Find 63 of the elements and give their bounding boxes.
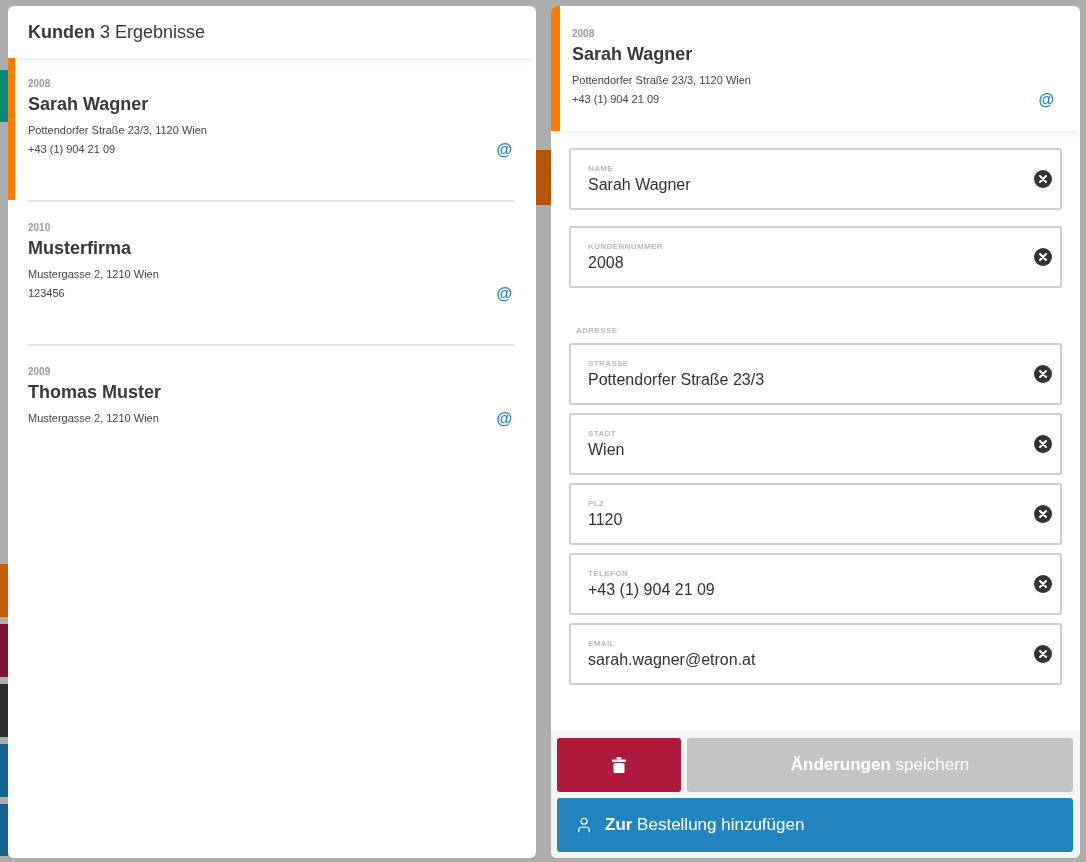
customer-name: Sarah Wagner <box>572 44 694 65</box>
customer-address: Pottendorfer Straße 23/3, 1120 Wien <box>28 123 207 138</box>
field-label: NAME <box>588 164 615 173</box>
clear-icon[interactable] <box>1034 365 1052 383</box>
background-tile <box>0 564 8 617</box>
clear-icon[interactable] <box>1034 248 1052 266</box>
customer-item[interactable]: 2009 Thomas Muster Mustergasse 2, 1210 Wien @ <box>8 346 536 448</box>
trash-icon <box>612 757 626 773</box>
add-to-order-button[interactable]: Zur Bestellung hinzufügen <box>557 798 1073 852</box>
field-label: TELEFON <box>588 569 630 578</box>
field-value[interactable]: Sarah Wagner <box>588 176 1008 194</box>
user-icon <box>575 816 593 834</box>
delete-button[interactable] <box>557 738 681 792</box>
customer-address: Pottendorfer Straße 23/3, 1120 Wien <box>572 73 751 88</box>
field-label: KUNDENNUMMER <box>588 242 665 251</box>
input-field[interactable]: STADT Wien <box>569 413 1062 475</box>
customer-number: 2010 <box>28 222 52 233</box>
customer-name: Sarah Wagner <box>28 94 150 115</box>
clear-icon[interactable] <box>1034 645 1052 663</box>
clear-icon[interactable] <box>1034 505 1052 523</box>
field-value[interactable]: +43 (1) 904 21 09 <box>588 581 1008 599</box>
email-icon[interactable]: @ <box>496 140 512 159</box>
customer-number: 2008 <box>28 78 52 89</box>
background-tile <box>0 70 8 122</box>
customer-item[interactable]: 2010 Musterfirma Mustergasse 2, 1210 Wien 123456 @ <box>8 202 536 344</box>
field-value[interactable]: 2008 <box>588 254 1008 272</box>
field-value[interactable]: sarah.wagner@etron.at <box>588 651 1008 669</box>
email-icon[interactable]: @ <box>496 284 512 303</box>
input-field[interactable]: KUNDENNUMMER 2008 <box>569 226 1062 288</box>
customer-name: Musterfirma <box>28 238 133 259</box>
customer-address: Mustergasse 2, 1210 Wien <box>28 267 159 282</box>
customer-phone: +43 (1) 904 21 09 <box>28 142 117 157</box>
section-label: ADRESSE <box>576 326 619 335</box>
field-label: PLZ <box>588 499 606 508</box>
email-icon[interactable]: @ <box>1038 90 1054 109</box>
customer-number: 2009 <box>28 366 52 377</box>
panel-title: Kunden <box>28 21 95 43</box>
field-value[interactable]: Pottendorfer Straße 23/3 <box>588 371 1008 389</box>
clear-icon[interactable] <box>1034 575 1052 593</box>
customer-phone: 123456 <box>28 286 66 301</box>
input-field[interactable]: PLZ 1120 <box>569 483 1062 545</box>
clear-icon[interactable] <box>1034 170 1052 188</box>
input-field[interactable]: EMAIL sarah.wagner@etron.at <box>569 623 1062 685</box>
background-tile <box>0 744 8 797</box>
customer-phone: +43 (1) 904 21 09 <box>572 92 661 107</box>
background-tile <box>536 150 551 205</box>
field-label: STRASSE <box>588 359 630 368</box>
field-label: EMAIL <box>588 639 616 648</box>
field-value[interactable]: 1120 <box>588 511 1008 529</box>
customer-number: 2008 <box>572 28 596 39</box>
email-icon[interactable]: @ <box>496 409 512 428</box>
background-tile <box>0 804 8 856</box>
customer-address: Mustergasse 2, 1210 Wien <box>28 411 160 426</box>
field-value[interactable]: Wien <box>588 441 1008 459</box>
input-field[interactable]: STRASSE Pottendorfer Straße 23/3 <box>569 343 1062 405</box>
field-label: STADT <box>588 429 618 438</box>
clear-icon[interactable] <box>1034 435 1052 453</box>
customer-name: Thomas Muster <box>28 382 162 403</box>
input-field[interactable]: NAME Sarah Wagner <box>569 148 1062 210</box>
input-field[interactable]: TELEFON +43 (1) 904 21 09 <box>569 553 1062 615</box>
result-count: 3 Ergebnisse <box>100 21 206 43</box>
background-tile <box>0 624 8 677</box>
background-tile <box>0 684 8 737</box>
